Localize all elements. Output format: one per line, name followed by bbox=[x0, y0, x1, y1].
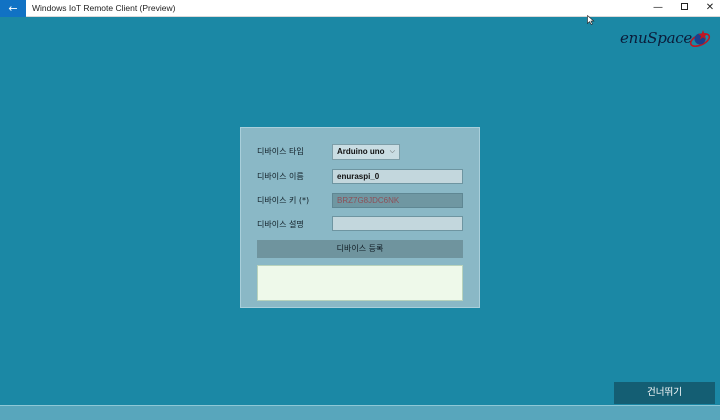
register-device-button[interactable]: 디바이스 등록 bbox=[257, 240, 463, 258]
close-icon: ✕ bbox=[705, 2, 715, 13]
skip-button[interactable]: 건너뛰기 bbox=[614, 382, 715, 404]
device-registration-panel: 디바이스 타입 Arduino uno ⌵ 디바이스 이름 enuraspi_0… bbox=[240, 127, 480, 308]
title-bar: ← Windows IoT Remote Client (Preview) — … bbox=[0, 0, 720, 17]
close-button[interactable]: ✕ bbox=[697, 0, 720, 17]
logo-mark-icon bbox=[689, 30, 711, 47]
arrow-left-icon: ← bbox=[8, 2, 18, 15]
device-name-input[interactable]: enuraspi_0 bbox=[332, 169, 463, 184]
window-title: Windows IoT Remote Client (Preview) bbox=[32, 3, 176, 13]
device-description-input[interactable] bbox=[332, 216, 463, 231]
maximize-button[interactable] bbox=[671, 0, 697, 17]
bottom-bar bbox=[0, 405, 720, 420]
logo-text: enuSpace bbox=[620, 29, 692, 47]
device-description-label: 디바이스 설명 bbox=[257, 220, 304, 229]
enuspace-logo: enuSpace bbox=[620, 27, 716, 53]
device-key-label: 디바이스 키 (*) bbox=[257, 196, 310, 205]
minimize-button[interactable]: — bbox=[645, 0, 671, 17]
device-type-label: 디바이스 타입 bbox=[257, 147, 304, 156]
device-key-input[interactable]: BRZ7G8JDC6NK bbox=[332, 193, 463, 208]
maximize-icon bbox=[680, 2, 688, 10]
chevron-down-icon: ⌵ bbox=[389, 148, 395, 155]
status-log-area bbox=[257, 265, 463, 301]
mouse-cursor-icon bbox=[587, 15, 595, 25]
minimize-icon: — bbox=[653, 2, 663, 13]
back-button[interactable]: ← bbox=[0, 0, 26, 17]
device-type-select[interactable]: Arduino uno ⌵ bbox=[332, 144, 400, 160]
device-name-label: 디바이스 이름 bbox=[257, 172, 304, 181]
device-type-value: Arduino uno bbox=[337, 147, 385, 156]
